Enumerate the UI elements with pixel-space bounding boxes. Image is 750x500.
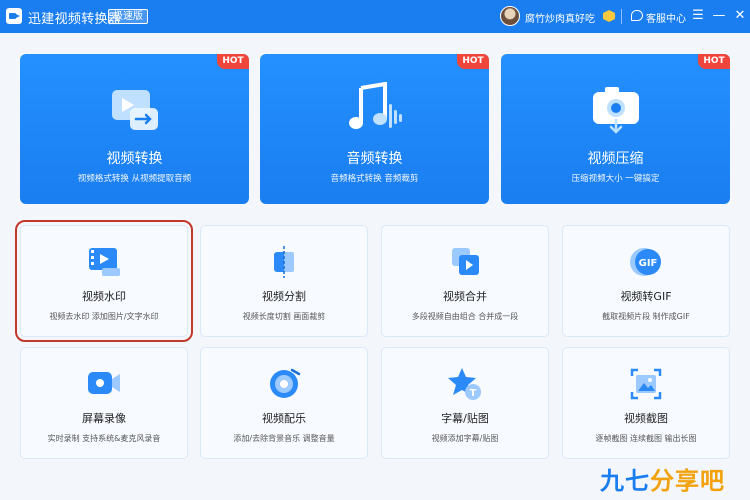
music-note-icon — [348, 82, 402, 129]
tool-card-video-split[interactable]: 视频分割 视频长度切割 画面裁剪 — [200, 225, 368, 337]
vip-icon[interactable] — [603, 10, 615, 22]
hot-badge: HOT — [217, 54, 249, 69]
tool-subtitle: 多段视频自由组合 合并成一段 — [411, 312, 519, 321]
subtitle-star-icon: T — [448, 368, 481, 400]
customer-service-link[interactable]: 客服中心 — [646, 10, 686, 25]
feature-subtitle: 音频格式转换 音频裁剪 — [330, 174, 419, 184]
username[interactable]: 腐竹炒肉真好吃 — [525, 10, 595, 25]
hot-badge: HOT — [698, 54, 730, 69]
feature-title: 音频转换 — [346, 151, 403, 167]
tool-card-subtitle-sticker[interactable]: T 字幕/贴图 视频添加字幕/贴图 — [381, 347, 549, 459]
edition-badge: 极速版 — [108, 9, 148, 24]
chat-icon[interactable] — [631, 10, 643, 21]
screenshot-icon — [630, 368, 662, 400]
tool-title: 视频合并 — [443, 290, 487, 303]
feature-subtitle: 视频格式转换 从视频提取音频 — [77, 174, 192, 184]
tool-subtitle: 视频长度切割 画面裁剪 — [242, 312, 326, 321]
tool-subtitle: 实时录制 支持系统&麦克风录音 — [47, 434, 161, 443]
video-convert-icon — [111, 90, 158, 130]
tool-subtitle: 逐帧截图 连续截图 输出长图 — [595, 434, 697, 443]
tool-card-video-to-gif[interactable]: GIF 视频转GIF 截取视频片段 制作成GIF — [562, 225, 730, 337]
tool-title: 视频截图 — [624, 412, 668, 425]
title-bar: 迅建视频转换器 极速版 腐竹炒肉真好吃 客服中心 ☰ — ✕ — [0, 0, 750, 33]
feature-subtitle: 压缩视频大小 一键搞定 — [571, 174, 660, 184]
avatar[interactable] — [500, 6, 520, 26]
tool-subtitle: 截取视频片段 制作成GIF — [602, 312, 690, 321]
tool-card-screen-record[interactable]: 屏幕录像 实时录制 支持系统&麦克风录音 — [20, 347, 188, 459]
watermark-part-1: 九七 — [600, 466, 650, 495]
gif-icon: GIF — [630, 248, 661, 276]
tool-card-video-watermark[interactable]: 视频水印 视频去水印 添加图片/文字水印 — [15, 220, 193, 342]
minimize-button[interactable]: — — [711, 7, 727, 25]
tool-subtitle: 视频去水印 添加图片/文字水印 — [49, 312, 159, 321]
hot-badge: HOT — [457, 54, 489, 69]
app-logo-icon — [6, 8, 22, 24]
tool-title: 视频分割 — [262, 290, 306, 303]
text-icon-glyph: T — [470, 388, 477, 399]
music-disc-icon — [270, 368, 301, 398]
video-compress-icon — [592, 87, 639, 134]
film-icon — [89, 248, 120, 276]
gif-icon-text: GIF — [639, 258, 658, 269]
feature-title: 视频转换 — [106, 151, 163, 167]
menu-button[interactable]: ☰ — [690, 7, 706, 25]
close-button[interactable]: ✕ — [732, 7, 748, 25]
merge-icon — [452, 248, 479, 275]
feature-card-audio-convert[interactable]: HOT 音频转换 音频格式转换 音频裁剪 — [260, 54, 489, 204]
tool-title: 视频水印 — [82, 290, 126, 303]
tool-subtitle: 添加/去除背景音乐 调整音量 — [233, 434, 335, 443]
camera-record-icon — [88, 372, 120, 394]
tool-title: 字幕/贴图 — [441, 412, 489, 425]
divider — [621, 9, 622, 24]
split-icon — [274, 246, 294, 278]
watermark-logo: 九七 分享吧 — [600, 462, 725, 495]
tool-card-video-merge[interactable]: 视频合并 多段视频自由组合 合并成一段 — [381, 225, 549, 337]
feature-card-video-convert[interactable]: HOT 视频转换 视频格式转换 从视频提取音频 — [20, 54, 249, 204]
watermark-part-2: 分享吧 — [650, 466, 725, 495]
tool-title: 屏幕录像 — [82, 412, 126, 425]
tool-card-video-screenshot[interactable]: 视频截图 逐帧截图 连续截图 输出长图 — [562, 347, 730, 459]
feature-card-video-compress[interactable]: HOT 视频压缩 压缩视频大小 一键搞定 — [501, 54, 730, 204]
tool-title: 视频配乐 — [262, 412, 306, 425]
tool-title: 视频转GIF — [620, 290, 672, 303]
tool-subtitle: 视频添加字幕/贴图 — [431, 434, 499, 443]
tool-card-video-music[interactable]: 视频配乐 添加/去除背景音乐 调整音量 — [200, 347, 368, 459]
feature-title: 视频压缩 — [587, 151, 644, 167]
